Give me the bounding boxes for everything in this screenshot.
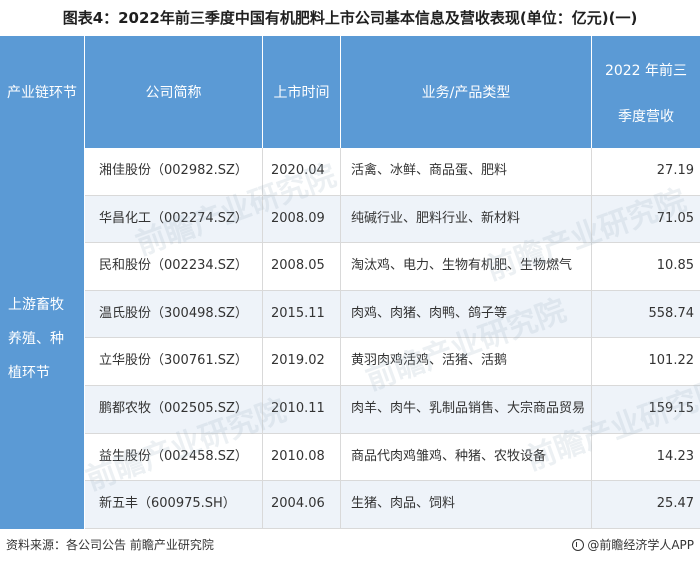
- company-cell: 益生股份（002458.SZ）: [85, 433, 263, 481]
- revenue-cell: 71.05: [656, 210, 694, 226]
- chart-title: 图表4：2022年前三季度中国有机肥料上市公司基本信息及营收表现(单位：亿元)(…: [62, 9, 638, 27]
- listing-date-cell: 2020.04: [263, 148, 341, 195]
- revenue-cell: 14.23: [656, 448, 694, 464]
- table-row: 新五丰（600975.SH） 2004.06 生猪、肉品、饲料 25.47: [85, 481, 700, 529]
- brand-label: @前瞻经济学人APP: [587, 538, 694, 552]
- company-cell: 新五丰（600975.SH）: [85, 481, 263, 528]
- table-header: 产业链环节 公司简称 上市时间 业务/产品类型 2022 年前三 季度营收: [0, 36, 700, 148]
- company-table: 产业链环节 公司简称 上市时间 业务/产品类型 2022 年前三 季度营收 上游…: [0, 36, 700, 529]
- revenue-cell: 25.47: [656, 496, 694, 512]
- header-revenue: 2022 年前三 季度营收: [592, 36, 700, 148]
- header-revenue-line2: 季度营收: [618, 109, 674, 125]
- source-note: 资料来源：各公司公告 前瞻产业研究院: [6, 538, 214, 552]
- header-chain: 产业链环节: [0, 36, 85, 148]
- business-cell: 活禽、冰鲜、商品蛋、肥料: [341, 148, 592, 195]
- business-cell: 淘汰鸡、电力、生物有机肥、生物燃气: [341, 243, 592, 290]
- listing-date-cell: 2019.02: [263, 338, 341, 385]
- listing-date-cell: 2010.08: [263, 433, 341, 481]
- table-row: 华昌化工（002274.SZ） 2008.09 纯碱行业、肥料行业、新材料 71.05: [85, 195, 700, 244]
- company-cell: 鹏都农牧（002505.SZ）: [85, 386, 263, 433]
- header-revenue-line1: 2022 年前三: [604, 63, 688, 79]
- company-cell: 温氏股份（300498.SZ）: [85, 290, 263, 338]
- table-row: 益生股份（002458.SZ） 2010.08 商品代肉鸡雏鸡、种猪、农牧设备 14.…: [85, 433, 700, 482]
- listing-date-cell: 2008.09: [263, 195, 341, 243]
- listing-date-cell: 2004.06: [263, 481, 341, 528]
- brand-credit: @前瞻经济学人APP: [572, 536, 694, 553]
- header-business: 业务/产品类型: [341, 36, 592, 148]
- company-cell: 立华股份（300761.SZ）: [85, 338, 263, 385]
- revenue-cell: 101.22: [648, 353, 695, 369]
- header-company: 公司简称: [85, 36, 263, 148]
- group-label: 上游畜牧养殖、种植环节: [0, 148, 85, 529]
- business-cell: 肉鸡、肉猪、肉鸭、鸽子等: [341, 290, 592, 338]
- table-row: 温氏股份（300498.SZ） 2015.11 肉鸡、肉猪、肉鸭、鸽子等 558.74: [85, 290, 700, 339]
- brand-logo-icon: [572, 538, 585, 551]
- revenue-cell: 159.15: [648, 401, 695, 416]
- table-row: 立华股份（300761.SZ） 2019.02 黄羽肉鸡活鸡、活猪、活鹅 101.22: [85, 338, 700, 386]
- revenue-cell: 558.74: [648, 305, 695, 321]
- business-cell: 肉羊、肉牛、乳制品销售、大宗商品贸易: [341, 386, 592, 433]
- business-cell: 商品代肉鸡雏鸡、种猪、农牧设备: [341, 433, 592, 481]
- table-row: 湘佳股份（002982.SZ） 2020.04 活禽、冰鲜、商品蛋、肥料 27.19: [85, 148, 700, 196]
- business-cell: 纯碱行业、肥料行业、新材料: [341, 195, 592, 243]
- listing-date-cell: 2010.11: [263, 386, 341, 433]
- header-listing-time: 上市时间: [263, 36, 341, 148]
- revenue-cell: 27.19: [656, 163, 694, 178]
- listing-date-cell: 2015.11: [263, 290, 341, 338]
- table-row: 鹏都农牧（002505.SZ） 2010.11 肉羊、肉牛、乳制品销售、大宗商品贸易…: [85, 386, 700, 434]
- revenue-cell: 10.85: [656, 258, 694, 274]
- table-row: 民和股份（002234.SZ） 2008.05 淘汰鸡、电力、生物有机肥、生物燃气 1…: [85, 243, 700, 291]
- business-cell: 黄羽肉鸡活鸡、活猪、活鹅: [341, 338, 592, 385]
- company-cell: 民和股份（002234.SZ）: [85, 243, 263, 290]
- company-cell: 湘佳股份（002982.SZ）: [85, 148, 263, 195]
- company-cell: 华昌化工（002274.SZ）: [85, 195, 263, 243]
- listing-date-cell: 2008.05: [263, 243, 341, 290]
- business-cell: 生猪、肉品、饲料: [341, 481, 592, 528]
